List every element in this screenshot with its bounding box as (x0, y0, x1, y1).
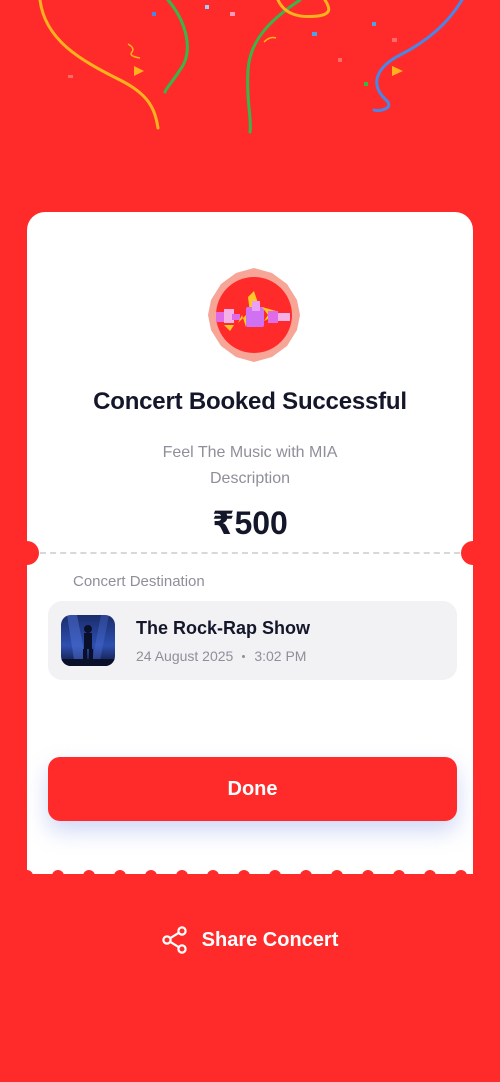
share-concert-button[interactable]: Share Concert (0, 926, 500, 954)
subtitle-line-2: Description (209, 470, 291, 487)
separator-dot (242, 654, 246, 658)
success-title: Concert Booked Successful (93, 388, 407, 415)
destination-label: Concert Destination (73, 573, 205, 590)
music-waveform-icon (208, 268, 300, 362)
ticket-scalloped-edge (21, 860, 473, 882)
subtitle-line-1: Feel The Music with MIA (162, 444, 338, 461)
share-icon (161, 926, 187, 954)
concert-name: The Rock-Rap Show (136, 618, 311, 638)
ticket-notch-left (15, 541, 39, 565)
concert-time: 3:02 PM (254, 648, 307, 664)
concert-thumbnail (61, 615, 115, 666)
share-label: Share Concert (201, 928, 339, 951)
confetti-decoration (38, 0, 464, 134)
concert-card[interactable]: The Rock-Rap Show 24 August 2025 3:02 PM (48, 601, 457, 680)
price-amount: ₹500 (212, 505, 288, 541)
ticket-notch-right (461, 541, 485, 565)
concert-meta: 24 August 2025 3:02 PM (136, 648, 306, 664)
done-button[interactable]: Done (48, 757, 457, 821)
concert-date: 24 August 2025 (136, 648, 234, 664)
ticket-divider (40, 552, 460, 554)
